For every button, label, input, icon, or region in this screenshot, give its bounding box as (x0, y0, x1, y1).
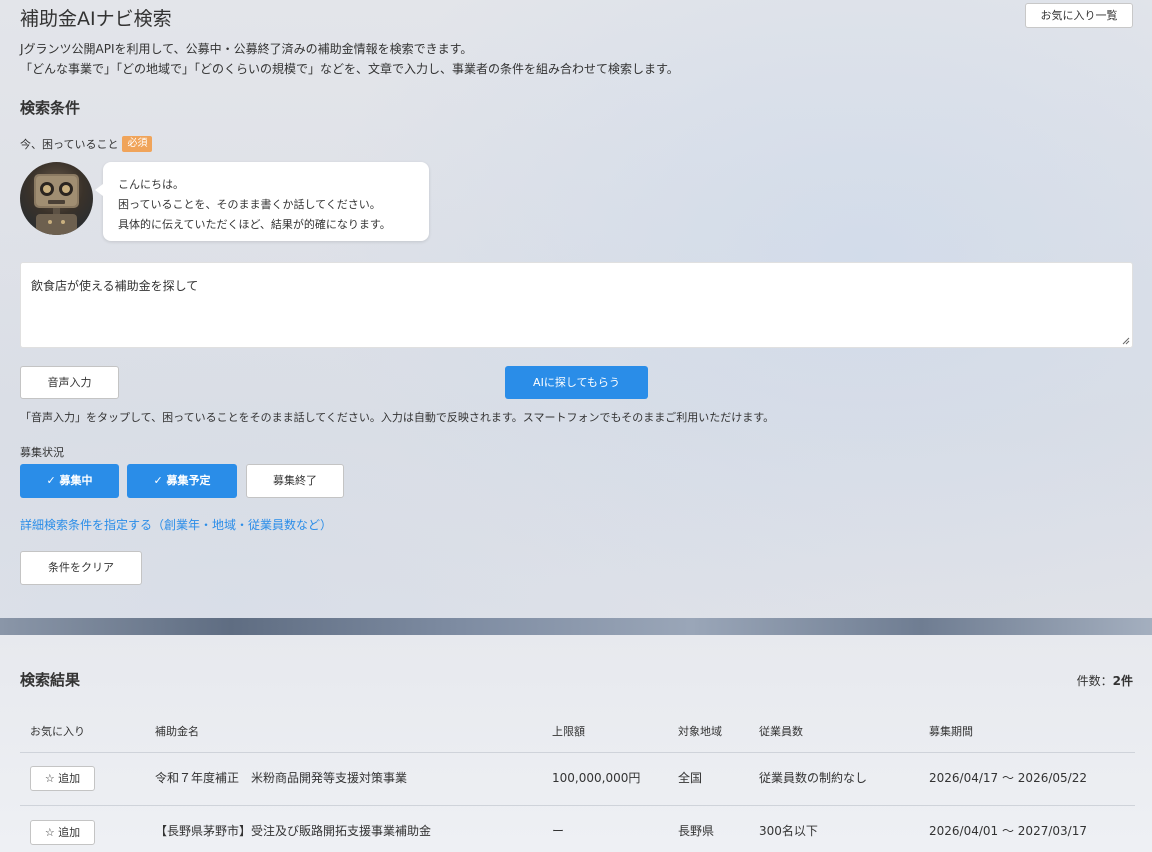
resize-handle-icon[interactable] (1122, 337, 1130, 345)
column-header-name: 補助金名 (155, 725, 199, 738)
clear-conditions-button[interactable]: 条件をクリア (20, 551, 142, 585)
header-divider (20, 752, 1135, 753)
column-header-employees: 従業員数 (759, 725, 803, 738)
robot-icon (34, 174, 79, 235)
background-image-strip (0, 618, 1152, 635)
problem-textarea-value: 飲食店が使える補助金を探して (31, 279, 199, 293)
result-count: 件数：2件 (1077, 672, 1133, 689)
detail-search-link[interactable]: 詳細検索条件を指定する（創業年・地域・従業員数など） (20, 516, 332, 533)
status-chip-closed[interactable]: 募集終了 (246, 464, 344, 498)
result-count-label: 件数： (1076, 674, 1113, 688)
bubble-line-2: 困っていることを、そのまま書くか話してください。 (118, 198, 381, 211)
subsidy-period: 2026/04/17 ～ 2026/05/22 (929, 771, 1087, 785)
assistant-speech-bubble: こんにちは。 困っていることを、そのまま書くか話してください。 具体的に伝えてい… (95, 162, 429, 241)
bubble-line-1: こんにちは。 (118, 178, 184, 191)
subsidy-limit: 100,000,000円 (552, 771, 641, 785)
required-badge: 必須 (122, 136, 153, 152)
subsidy-region: 全国 (678, 771, 703, 785)
result-count-value: 2件 (1112, 674, 1133, 688)
status-chip-upcoming[interactable]: ✓ 募集予定 (127, 464, 237, 498)
problem-textarea[interactable]: 飲食店が使える補助金を探して (20, 262, 1133, 348)
column-header-region: 対象地域 (678, 725, 722, 738)
voice-input-button[interactable]: 音声入力 (20, 366, 119, 399)
column-header-favorite: お気に入り (30, 725, 85, 738)
add-favorite-button[interactable]: ☆ 追加 (30, 820, 95, 845)
status-chip-open[interactable]: ✓ 募集中 (20, 464, 119, 498)
subsidy-employees: 300名以下 (759, 824, 818, 838)
status-label: 募集状況 (20, 446, 64, 459)
favorites-list-button[interactable]: お気に入り一覧 (1025, 3, 1133, 28)
results-heading: 検索結果 (20, 671, 81, 689)
search-conditions-heading: 検索条件 (20, 99, 81, 117)
row-divider (20, 805, 1135, 806)
add-favorite-button[interactable]: ☆ 追加 (30, 766, 95, 791)
page-title: 補助金AIナビ検索 (20, 8, 172, 30)
description-line-2: 「どんな事業で」「どの地域で」「どのくらいの規模で」などを、文章で入力し、事業者… (20, 62, 679, 76)
column-header-limit: 上限額 (552, 725, 585, 738)
subsidy-region: 長野県 (678, 824, 715, 838)
problem-label-row: 今、困っていること 必須 (20, 136, 153, 152)
ai-search-button[interactable]: AIに探してもらう (505, 366, 648, 399)
subsidy-name[interactable]: 【長野県茅野市】受注及び販路開拓支援事業補助金 (155, 822, 431, 839)
description-line-1: Jグランツ公開APIを利用して、公募中・公募終了済みの補助金情報を検索できます。 (20, 42, 473, 56)
bubble-line-3: 具体的に伝えていただくほど、結果が的確になります。 (118, 218, 391, 231)
results-background (0, 635, 1152, 852)
column-header-period: 募集期間 (929, 725, 973, 738)
subsidy-limit: ー (552, 824, 565, 838)
subsidy-name[interactable]: 令和７年度補正 米粉商品開発等支援対策事業 (155, 769, 407, 786)
problem-label: 今、困っていること (20, 138, 119, 151)
subsidy-period: 2026/04/01 ～ 2027/03/17 (929, 824, 1087, 838)
voice-input-hint: 「音声入力」をタップして、困っていることをそのまま話してください。入力は自動で反… (20, 411, 775, 424)
subsidy-employees: 従業員数の制約なし (759, 771, 868, 785)
robot-avatar (20, 162, 93, 235)
